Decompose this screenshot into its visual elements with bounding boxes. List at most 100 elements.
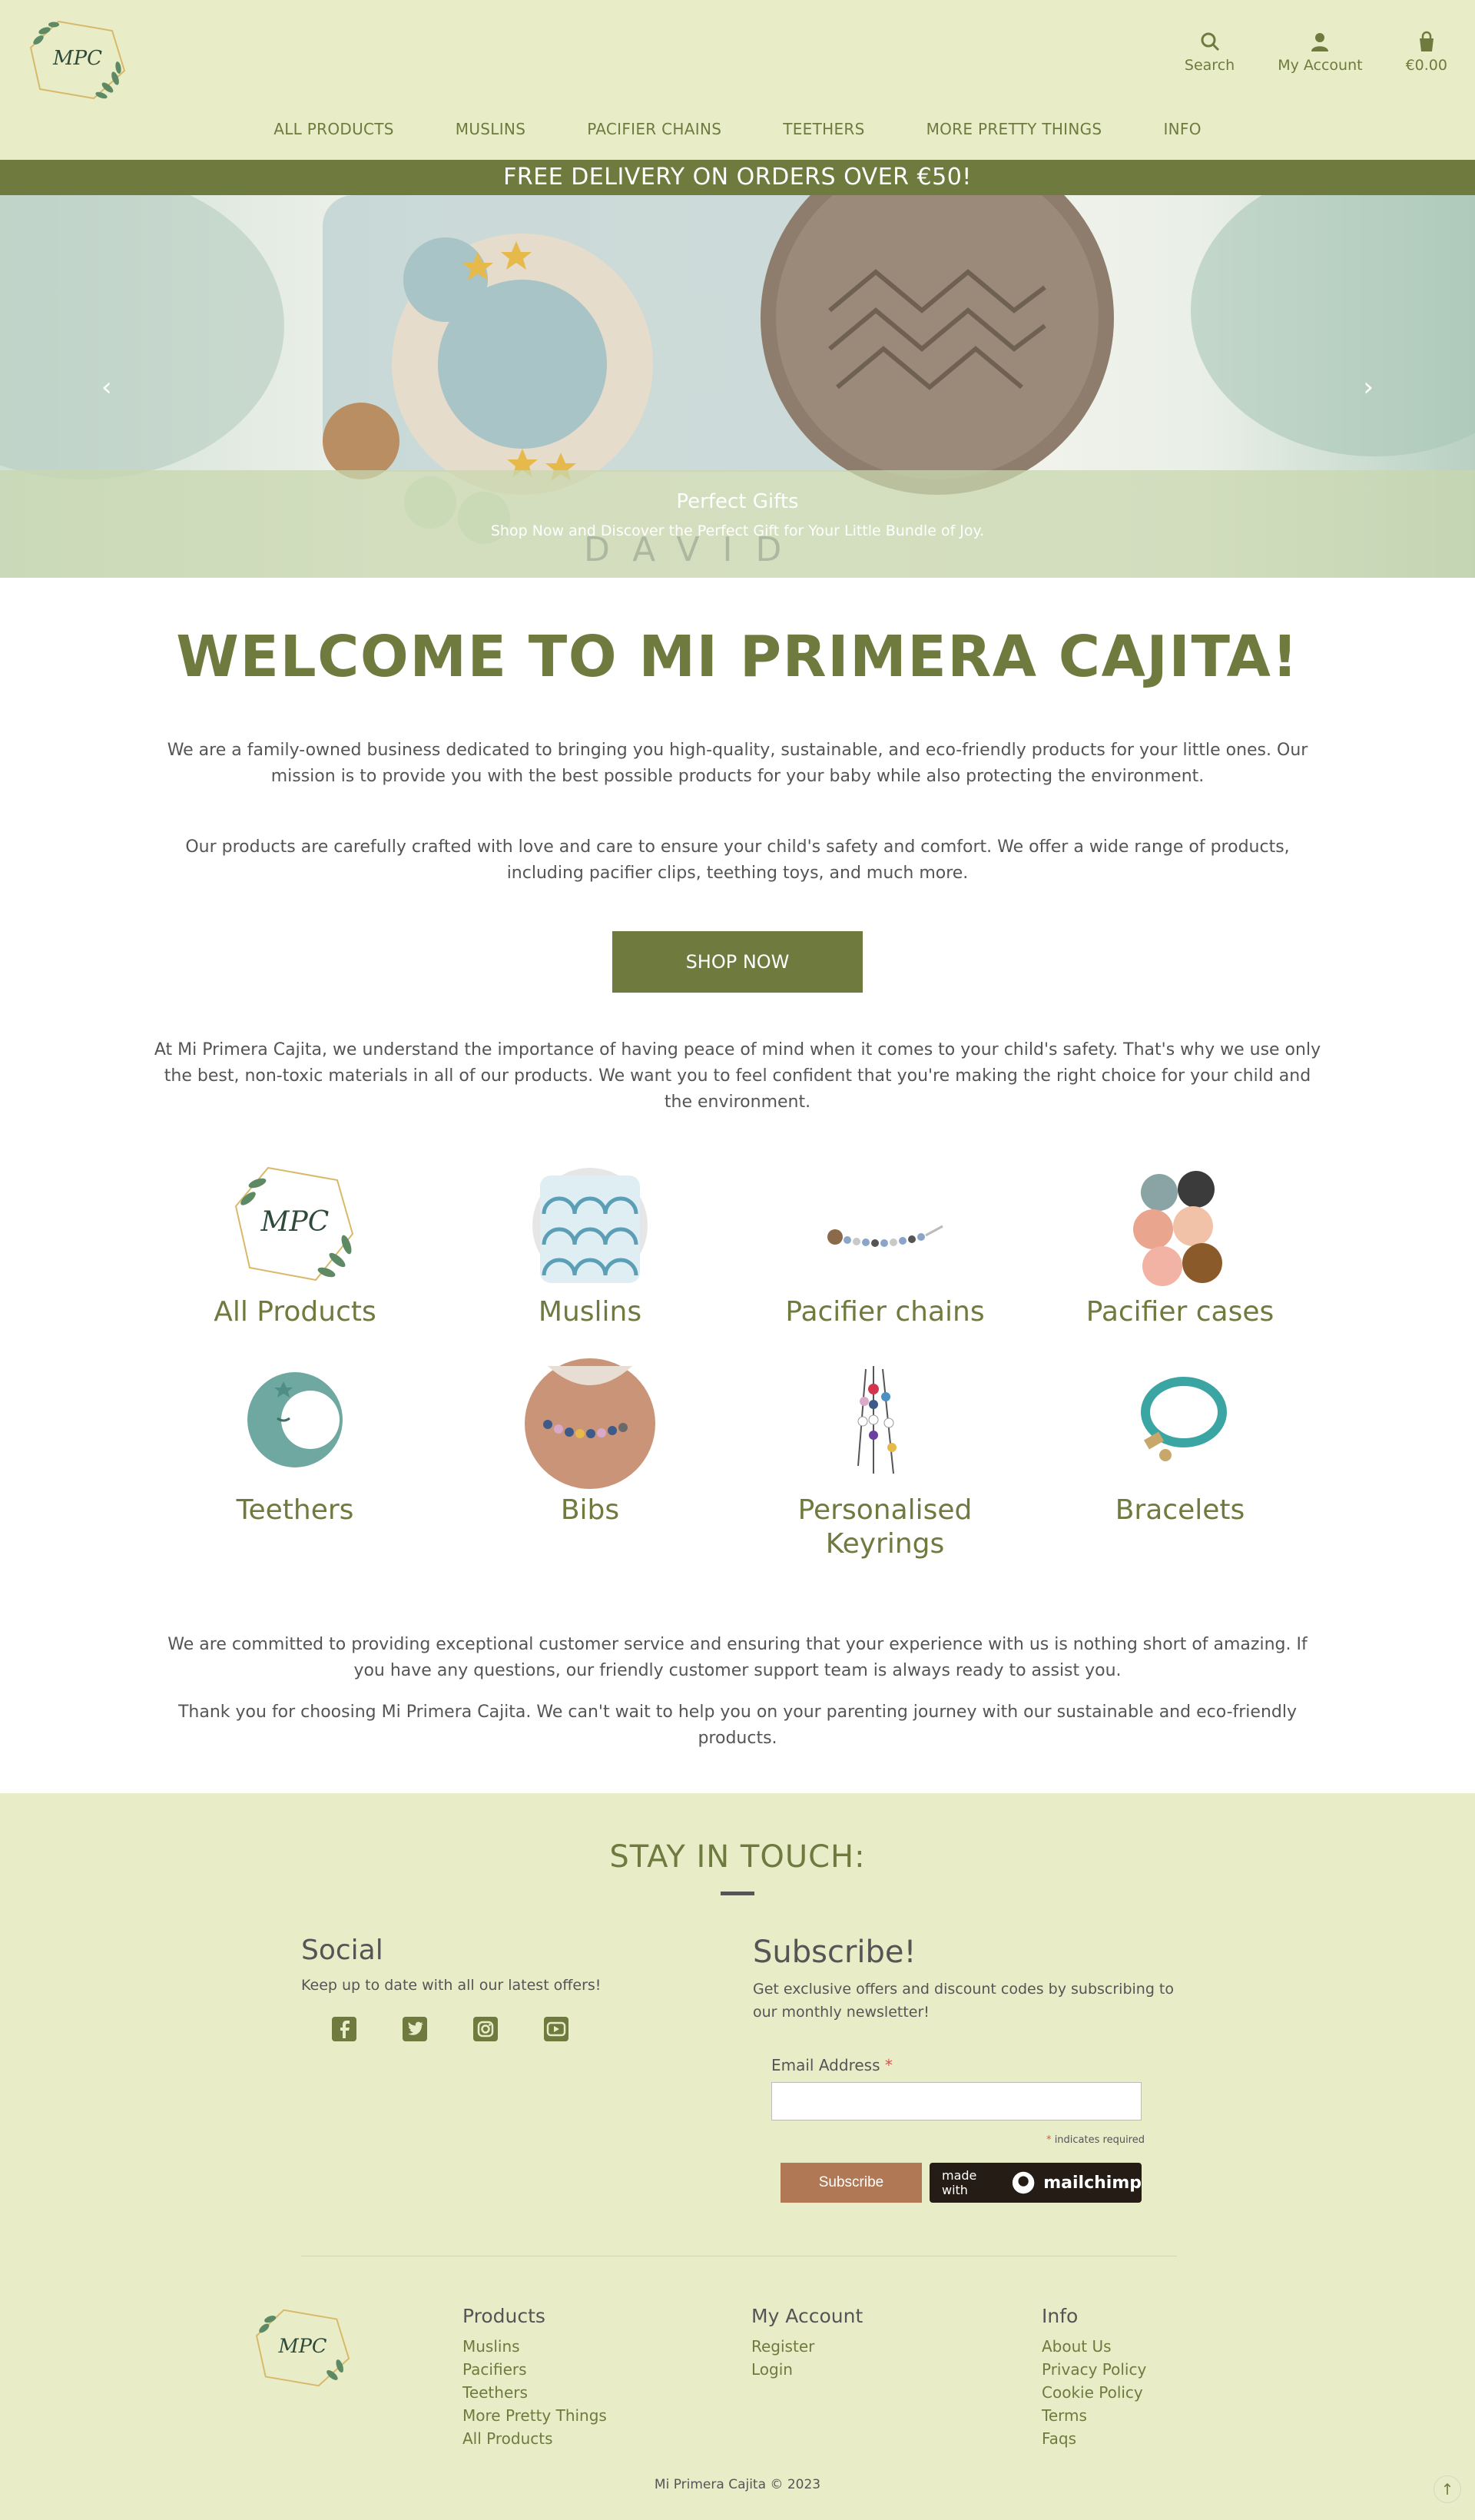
svg-text:MPC: MPC — [260, 1206, 330, 1238]
promo-banner: FREE DELIVERY ON ORDERS OVER €50! — [0, 160, 1475, 195]
category-all-products[interactable]: MPC All Products — [149, 1160, 441, 1329]
pacifier-case-icon — [1122, 1160, 1238, 1291]
footer-link-pacifiers[interactable]: Pacifiers — [462, 2358, 607, 2381]
cart-button[interactable]: €0.00 — [1406, 31, 1447, 74]
footer-link-register[interactable]: Register — [751, 2335, 863, 2358]
nav-more-pretty-things[interactable]: MORE PRETTY THINGS — [926, 120, 1102, 138]
welcome-heading: WELCOME TO MI PRIMERA CAJITA! — [176, 624, 1299, 690]
closing-section: We are committed to providing exceptiona… — [0, 1632, 1475, 1752]
muslin-icon — [532, 1160, 648, 1291]
nav-muslins[interactable]: MUSLINS — [456, 120, 525, 138]
category-label: Teethers — [236, 1494, 354, 1526]
main-nav: ALL PRODUCTS MUSLINS PACIFIER CHAINS TEE… — [0, 120, 1475, 138]
category-label: Bibs — [560, 1494, 620, 1526]
pacifier-chain-icon — [827, 1160, 943, 1291]
footer-logo[interactable]: MPC — [254, 2305, 352, 2391]
category-pacifier-cases[interactable]: Pacifier cases — [1034, 1160, 1326, 1329]
footer-link-teethers[interactable]: Teethers — [462, 2381, 607, 2404]
heading-underline — [721, 1892, 754, 1895]
cart-total: €0.00 — [1405, 57, 1447, 74]
youtube-icon[interactable] — [542, 2015, 570, 2043]
hero-title: Perfect Gifts — [676, 490, 799, 513]
category-teethers[interactable]: Teethers — [149, 1358, 441, 1527]
mpc-logo-icon: MPC — [234, 1160, 354, 1291]
footer-link-login[interactable]: Login — [751, 2358, 863, 2381]
category-label: Personalised Keyrings — [797, 1494, 973, 1560]
footer-info-column: Info About Us Privacy Policy Cookie Poli… — [1042, 2305, 1146, 2450]
footer-column-title: Info — [1042, 2305, 1079, 2327]
bib-icon — [525, 1358, 655, 1489]
hero-prev-arrow[interactable]: ‹ — [101, 372, 112, 403]
twitter-icon[interactable] — [401, 2015, 429, 2043]
instagram-icon[interactable] — [472, 2015, 499, 2043]
facebook-icon[interactable] — [330, 2015, 358, 2043]
category-muslins[interactable]: Muslins — [444, 1160, 736, 1329]
nav-teethers[interactable]: TEETHERS — [783, 120, 864, 138]
category-label: Pacifier cases — [1086, 1296, 1274, 1328]
products-paragraph: Our products are carefully crafted with … — [185, 837, 1290, 883]
footer-link-cookie-policy[interactable]: Cookie Policy — [1042, 2381, 1146, 2404]
moon-teether-icon — [237, 1358, 353, 1489]
mailchimp-icon — [1012, 2171, 1035, 2194]
mailchimp-badge[interactable]: made with mailchimp — [930, 2163, 1142, 2203]
social-block: Social Keep up to date with all our late… — [301, 1935, 601, 2043]
social-text: Keep up to date with all our latest offe… — [301, 1977, 602, 1994]
stay-in-touch-heading: STAY IN TOUCH: — [609, 1839, 866, 1875]
thank-you-paragraph: Thank you for choosing Mi Primera Cajita… — [177, 1703, 1297, 1748]
category-label: All Products — [214, 1296, 376, 1328]
site-logo[interactable]: MPC — [28, 17, 128, 103]
footer-link-all-products[interactable]: All Products — [462, 2427, 607, 2450]
nav-pacifier-chains[interactable]: PACIFIER CHAINS — [587, 120, 721, 138]
footer-link-privacy-policy[interactable]: Privacy Policy — [1042, 2358, 1146, 2381]
category-keyrings[interactable]: Personalised Keyrings — [739, 1358, 1031, 1561]
back-to-top-button[interactable]: ↑ — [1434, 2475, 1461, 2503]
search-icon — [1201, 32, 1219, 51]
bracelet-icon — [1122, 1358, 1238, 1489]
svg-text:MPC: MPC — [52, 47, 102, 70]
subscribe-block: Subscribe! Get exclusive offers and disc… — [753, 1935, 1183, 2203]
account-button[interactable]: My Account — [1278, 31, 1363, 74]
svg-text:MPC: MPC — [277, 2335, 326, 2358]
nav-info[interactable]: INFO — [1163, 120, 1201, 138]
safety-paragraph: At Mi Primera Cajita, we understand the … — [154, 1040, 1321, 1112]
nav-all-products[interactable]: ALL PRODUCTS — [273, 120, 394, 138]
user-icon — [1311, 33, 1329, 51]
site-footer: STAY IN TOUCH: Social Keep up to date wi… — [0, 1793, 1475, 2520]
category-label: Muslins — [538, 1296, 642, 1328]
footer-link-about-us[interactable]: About Us — [1042, 2335, 1146, 2358]
welcome-section: WELCOME TO MI PRIMERA CAJITA! We are a f… — [0, 578, 1475, 1116]
email-label: Email Address * — [771, 2056, 893, 2074]
keyring-icon — [827, 1358, 943, 1489]
intro-paragraph: We are a family-owned business dedicated… — [167, 741, 1308, 786]
search-label: Search — [1184, 57, 1235, 74]
category-bracelets[interactable]: Bracelets — [1034, 1358, 1326, 1527]
social-heading: Social — [301, 1935, 383, 1966]
shop-now-button[interactable]: SHOP NOW — [612, 931, 863, 993]
subscribe-heading: Subscribe! — [753, 1935, 916, 1970]
footer-column-title: My Account — [751, 2305, 863, 2327]
category-bibs[interactable]: Bibs — [444, 1358, 736, 1527]
hero-caption: DAVID Perfect Gifts Shop Now and Discove… — [0, 470, 1475, 578]
footer-link-faqs[interactable]: Faqs — [1042, 2427, 1146, 2450]
search-button[interactable]: Search — [1185, 31, 1235, 74]
category-pacifier-chains[interactable]: Pacifier chains — [739, 1160, 1031, 1329]
footer-account-column: My Account Register Login — [751, 2305, 863, 2381]
subscribe-text: Get exclusive offers and discount codes … — [753, 1981, 1175, 2021]
site-header: MPC Search My Account €0.00 ALL PRODUCTS… — [0, 0, 1475, 160]
footer-products-column: Products Muslins Pacifiers Teethers More… — [462, 2305, 607, 2450]
footer-link-terms[interactable]: Terms — [1042, 2404, 1146, 2427]
footer-link-more-pretty-things[interactable]: More Pretty Things — [462, 2404, 607, 2427]
hero-next-arrow[interactable]: › — [1363, 372, 1374, 403]
footer-column-title: Products — [462, 2305, 545, 2327]
name-beads: DAVID — [584, 530, 805, 569]
service-paragraph: We are committed to providing exceptiona… — [167, 1635, 1308, 1680]
hero-slider[interactable]: ‹ › DAVID Perfect Gifts Shop Now and Dis… — [0, 195, 1475, 578]
shopping-bag-icon — [1419, 31, 1434, 51]
subscribe-button[interactable]: Subscribe — [781, 2163, 922, 2203]
required-note: * indicates required — [1046, 2134, 1145, 2146]
account-label: My Account — [1278, 57, 1363, 74]
category-label: Pacifier chains — [785, 1296, 985, 1328]
email-field[interactable] — [771, 2082, 1142, 2120]
category-label: Bracelets — [1115, 1494, 1245, 1526]
footer-link-muslins[interactable]: Muslins — [462, 2335, 607, 2358]
